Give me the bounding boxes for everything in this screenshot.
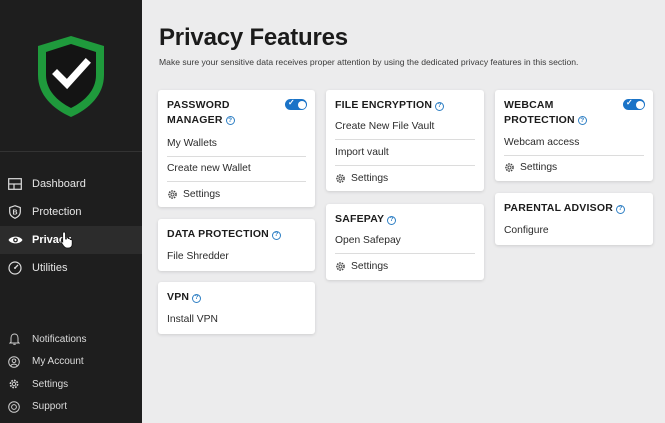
sidebar-item-label: Protection [32, 206, 82, 218]
item-label: Open Safepay [335, 235, 401, 247]
item-label: Install VPN [167, 313, 218, 325]
card-title: PASSWORD MANAGER? [167, 98, 235, 127]
card-title: DATA PROTECTION? [167, 227, 281, 242]
card-title: VPN? [167, 290, 202, 305]
card-title-text: FILE ENCRYPTION [335, 99, 433, 111]
item-label: Settings [183, 189, 221, 201]
file-encryption-card: FILE ENCRYPTION? Create New File Vault I… [326, 90, 484, 191]
info-icon[interactable]: ? [387, 215, 397, 225]
gear-icon [167, 189, 178, 200]
data-protection-card: DATA PROTECTION? File Shredder [158, 219, 315, 271]
eye-icon [7, 232, 23, 248]
list-item[interactable]: My Wallets [167, 131, 306, 157]
check-icon: ✓ [288, 98, 295, 107]
item-label: My Wallets [167, 137, 217, 149]
card-title: PARENTAL ADVISOR? [504, 201, 625, 216]
sidebar-item-label: My Account [32, 356, 84, 368]
card-title-line: PASSWORD [167, 99, 230, 111]
item-label: File Shredder [167, 250, 229, 262]
item-label: Webcam access [504, 136, 580, 148]
item-label: Import vault [335, 146, 389, 158]
utilities-icon [7, 260, 23, 276]
item-label: Settings [351, 261, 389, 273]
sidebar-item-utilities[interactable]: Utilities [0, 254, 142, 282]
list-item[interactable]: File Shredder [167, 244, 306, 270]
list-item[interactable]: Install VPN [167, 307, 306, 333]
list-item[interactable]: Configure [504, 218, 644, 244]
card-title-line: WEBCAM [504, 99, 554, 111]
sidebar-item-support[interactable]: Support [0, 396, 142, 419]
sidebar-item-label: Notifications [32, 333, 87, 345]
list-item[interactable]: Webcam access [504, 130, 644, 156]
sidebar-item-protection[interactable]: B Protection [0, 198, 142, 226]
bell-icon [7, 332, 21, 346]
sidebar-item-notifications[interactable]: Notifications [0, 328, 142, 351]
shield-check-logo-icon [38, 35, 104, 117]
support-icon [7, 400, 21, 414]
password-manager-toggle[interactable]: ✓ [285, 98, 307, 110]
webcam-protection-card: WEBCAM PROTECTION? ✓ Webcam access Setti… [495, 90, 653, 181]
sidebar-item-label: Settings [32, 378, 69, 390]
card-title-text: SAFEPAY [335, 213, 385, 225]
check-icon: ✓ [626, 98, 633, 107]
card-title-text: VPN [167, 291, 190, 303]
info-icon[interactable]: ? [225, 116, 235, 126]
item-label: Configure [504, 224, 549, 236]
sidebar-item-label: Support [32, 401, 68, 413]
info-icon[interactable]: ? [615, 204, 625, 214]
gear-icon [7, 377, 21, 391]
page-title: Privacy Features [159, 24, 348, 51]
settings-link[interactable]: Settings [335, 166, 475, 192]
protection-icon: B [7, 204, 23, 220]
gear-icon [335, 173, 346, 184]
item-label: Settings [351, 172, 389, 184]
card-title-text: DATA PROTECTION [167, 228, 269, 240]
sidebar: Dashboard B Protection Privacy Utilities [0, 0, 142, 423]
sidebar-item-my-account[interactable]: My Account [0, 351, 142, 374]
sidebar-bottom-nav: Notifications My Account Settings Suppor… [0, 328, 142, 418]
gear-icon [335, 261, 346, 272]
list-item[interactable]: Import vault [335, 140, 475, 166]
logo-area [0, 0, 142, 152]
parental-advisor-card: PARENTAL ADVISOR? Configure [495, 193, 653, 245]
settings-link[interactable]: Settings [167, 182, 306, 208]
list-item[interactable]: Create New File Vault [335, 115, 475, 140]
gear-icon [504, 162, 515, 173]
sidebar-item-label: Utilities [32, 262, 68, 274]
item-label: Create New File Vault [335, 121, 435, 133]
svg-text:B: B [12, 210, 17, 217]
password-manager-card: PASSWORD MANAGER? ✓ My Wallets Create ne… [158, 90, 315, 207]
info-icon[interactable]: ? [192, 293, 202, 303]
card-title-line: MANAGER [167, 113, 223, 126]
item-label: Settings [520, 161, 558, 173]
sidebar-item-dashboard[interactable]: Dashboard [0, 170, 142, 198]
info-icon[interactable]: ? [271, 230, 281, 240]
page-subtitle: Make sure your sensitive data receives p… [159, 57, 579, 67]
safepay-card: SAFEPAY? Open Safepay Settings [326, 204, 484, 280]
list-item[interactable]: Open Safepay [335, 229, 475, 254]
card-title-line: PROTECTION [504, 113, 575, 126]
card-title: WEBCAM PROTECTION? [504, 98, 587, 127]
sidebar-item-label: Dashboard [32, 178, 86, 190]
webcam-protection-toggle[interactable]: ✓ [623, 98, 645, 110]
sidebar-nav: Dashboard B Protection Privacy Utilities [0, 170, 142, 282]
card-title-text: PARENTAL ADVISOR [504, 202, 613, 214]
info-icon[interactable]: ? [435, 101, 445, 111]
main-content: Privacy Features Make sure your sensitiv… [142, 0, 665, 423]
dashboard-icon [7, 176, 23, 192]
item-label: Create new Wallet [167, 163, 251, 175]
card-title: FILE ENCRYPTION? [335, 98, 445, 113]
vpn-card: VPN? Install VPN [158, 282, 315, 334]
sidebar-item-settings[interactable]: Settings [0, 373, 142, 396]
list-item[interactable]: Create new Wallet [167, 157, 306, 182]
info-icon[interactable]: ? [577, 116, 587, 126]
card-title: SAFEPAY? [335, 212, 397, 227]
settings-link[interactable]: Settings [504, 156, 644, 179]
account-icon [7, 355, 21, 369]
settings-link[interactable]: Settings [335, 254, 475, 280]
mouse-pointer-icon [60, 231, 74, 254]
